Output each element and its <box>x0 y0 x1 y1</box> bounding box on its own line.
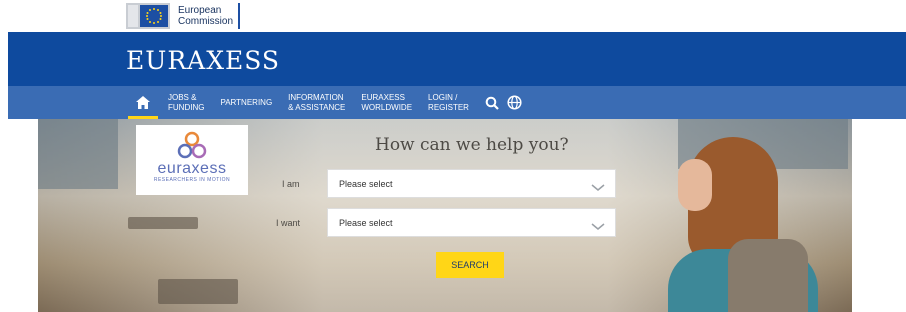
european-commission-logo[interactable]: European Commission <box>126 2 241 30</box>
brand-bar: EURAXESS <box>8 32 906 86</box>
woman-face <box>678 159 712 211</box>
search-button[interactable]: SEARCH <box>436 252 504 278</box>
background-building <box>38 119 118 189</box>
woman-backpack <box>728 239 808 312</box>
i-am-select[interactable]: Please select <box>327 169 616 198</box>
euraxess-logo-tagline: RESEARCHERS IN MOTION <box>153 177 231 183</box>
nav-partnering[interactable]: PARTNERING <box>212 98 280 108</box>
chevron-down-icon <box>591 218 605 236</box>
home-icon[interactable] <box>126 86 160 119</box>
nav-jobs-funding[interactable]: JOBS & FUNDING <box>160 93 212 113</box>
eu-flag-icon <box>126 3 170 29</box>
main-nav: JOBS & FUNDING PARTNERING INFORMATION & … <box>8 86 906 119</box>
ec-line-2: Commission <box>178 16 234 27</box>
euraxess-rings-icon <box>136 131 248 161</box>
i-want-label: I want <box>276 218 301 228</box>
site-title[interactable]: EURAXESS <box>126 46 280 75</box>
nav-login-register[interactable]: LOGIN / REGISTER <box>420 93 477 113</box>
hero-banner: euraxess RESEARCHERS IN MOTION How can w… <box>38 119 852 312</box>
globe-icon[interactable] <box>507 95 522 110</box>
euraxess-logo-word: euraxess <box>157 160 227 177</box>
background-boat <box>158 279 238 304</box>
ec-wordmark: European Commission <box>178 3 241 29</box>
nav-euraxess-worldwide[interactable]: EURAXESS WORLDWIDE <box>353 93 420 113</box>
background-boat <box>128 217 198 229</box>
i-am-label: I am <box>282 179 300 189</box>
top-bar: European Commission <box>0 0 906 32</box>
search-icon[interactable] <box>485 96 499 110</box>
nav-information-assistance[interactable]: INFORMATION & ASSISTANCE <box>280 93 353 113</box>
chevron-down-icon <box>591 179 605 197</box>
i-want-select-value: Please select <box>339 218 393 228</box>
i-want-select[interactable]: Please select <box>327 208 616 237</box>
ec-line-1: European <box>178 5 222 16</box>
euraxess-logo[interactable]: euraxess RESEARCHERS IN MOTION <box>136 125 248 195</box>
help-heading: How can we help you? <box>375 135 569 155</box>
i-am-select-value: Please select <box>339 179 393 189</box>
